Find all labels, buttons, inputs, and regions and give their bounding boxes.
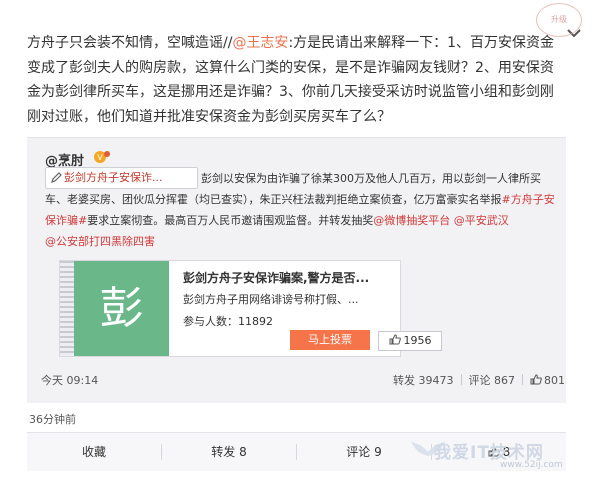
card-participants: 参与人数：11892	[183, 313, 273, 329]
like-count: 801	[544, 374, 565, 387]
svg-text:V: V	[97, 153, 103, 162]
topic-chip-label: 彭剑方舟子安保诈...	[64, 171, 163, 184]
thumbs-up-icon	[389, 334, 401, 345]
mention-link[interactable]: @王志安	[232, 35, 288, 51]
watermark-logo: 我爱IT技术网 www.52ij.com	[408, 430, 586, 478]
divider	[460, 374, 462, 385]
comment-count: 867	[494, 374, 515, 387]
thumbs-up-icon	[530, 374, 542, 385]
card-title[interactable]: 彭剑方舟子安保诈骗案,警方是否...	[183, 269, 383, 286]
repost-stats: 转发 39473 评论 867 801	[393, 372, 565, 388]
post-text-start: 方舟子只会装不知情，空喊造谣//	[27, 35, 233, 51]
participants-label: 参与人数：	[183, 315, 238, 328]
repost-comment-link[interactable]: 评论 867	[469, 372, 516, 388]
collect-button[interactable]: 收藏	[27, 433, 161, 471]
divider	[522, 374, 523, 385]
card-description: 彭剑方舟子用网络诽谤号称打假、...	[183, 293, 359, 306]
comment-label: 评论	[468, 374, 491, 387]
pencil-icon	[51, 172, 62, 183]
repost-forward-link[interactable]: 转发 39473	[393, 372, 454, 388]
mention-link[interactable]: @公安部打四黑除四害	[45, 235, 155, 248]
stamp-logo: 升级	[536, 3, 582, 37]
card-thumbnail: 彭	[74, 261, 169, 356]
vip-badge-icon: V	[93, 149, 111, 165]
topic-chip[interactable]: 彭剑方舟子安保诈...	[45, 167, 198, 189]
stamp-text: 升级	[551, 15, 567, 24]
forward-button[interactable]: 转发 8	[162, 433, 296, 471]
card-like-count: 1956	[403, 334, 432, 347]
vote-button[interactable]: 马上投票	[290, 330, 370, 350]
vote-card[interactable]: 彭 彭剑方舟子安保诈骗案,警方是否... 彭剑方舟子用网络诽谤号称打假、... …	[59, 260, 442, 357]
forward-label: 转发	[393, 374, 415, 387]
reposted-weibo: @烹肘 V 彭剑以安保为由诈骗了徐某300万及他人几百万，用以彭剑一人律所买车、…	[27, 137, 566, 403]
card-like-button[interactable]: 1956	[378, 331, 442, 351]
card-image-strip	[60, 261, 74, 356]
repost-body-mid: 要求立案彻查。最高百万人民币邀请围观监督。并转发抽奖	[87, 214, 374, 227]
mention-link[interactable]: @微博抽奖平台	[373, 214, 450, 227]
repost-time[interactable]: 今天 09:14	[41, 372, 98, 388]
forward-count: 39473	[418, 374, 454, 387]
mention-link[interactable]: @平安武汉	[454, 214, 509, 227]
participants-count: 11892	[238, 315, 273, 328]
watermark-url: www.52ij.com	[500, 460, 563, 470]
post-time[interactable]: 36分钟前	[29, 411, 76, 427]
post-text: 方舟子只会装不知情，空喊造谣//@王志安:方是民请出来解释一下：1、百万安保资金…	[27, 31, 563, 129]
repost-like-link[interactable]: 801	[530, 374, 565, 387]
